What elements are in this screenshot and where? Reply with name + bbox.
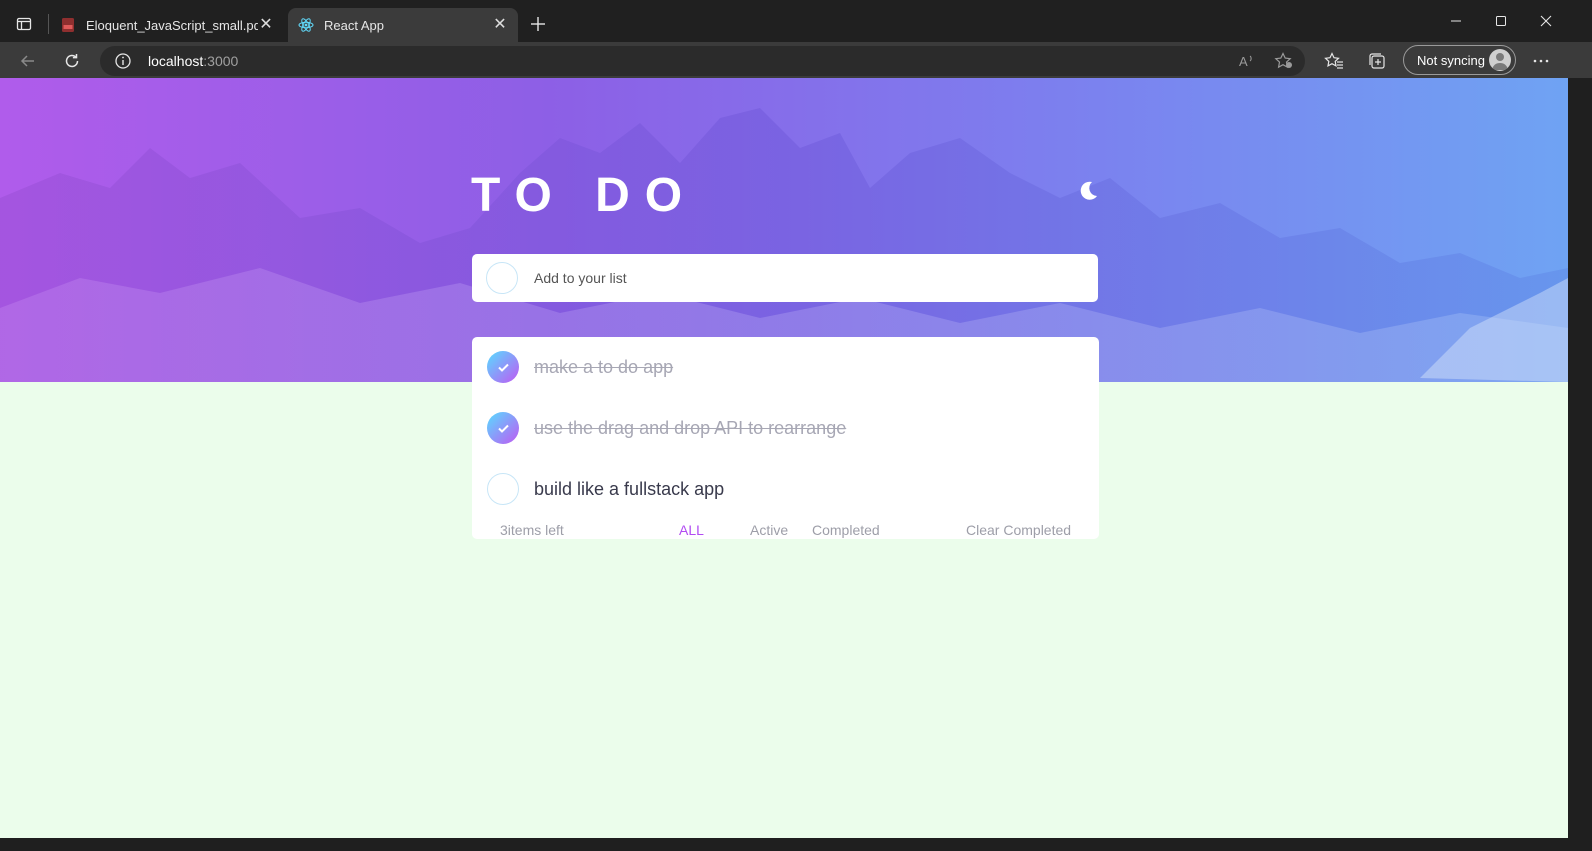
add-favorite-icon[interactable] bbox=[1272, 50, 1296, 72]
filter-active[interactable]: Active bbox=[750, 522, 788, 538]
filter-completed[interactable]: Completed bbox=[812, 522, 880, 538]
clear-completed-button[interactable]: Clear Completed bbox=[966, 522, 1071, 538]
items-left-count: 3items left bbox=[500, 522, 564, 538]
filter-all[interactable]: ALL bbox=[679, 522, 704, 538]
new-todo-check-circle[interactable] bbox=[486, 262, 518, 294]
todo-item[interactable]: make a to do app bbox=[472, 337, 1099, 398]
browser-tab-bar: Eloquent_JavaScript_small.pdf ✕ React Ap… bbox=[0, 0, 1592, 42]
moon-icon[interactable] bbox=[1076, 179, 1100, 203]
todo-list: make a to do app use the drag and drop A… bbox=[472, 337, 1099, 539]
close-icon[interactable]: ✕ bbox=[492, 17, 508, 33]
pdf-icon bbox=[60, 17, 76, 33]
favorites-icon[interactable] bbox=[1319, 46, 1349, 76]
tab-separator bbox=[48, 14, 49, 34]
svg-text:A: A bbox=[1239, 54, 1248, 69]
todo-checkbox[interactable] bbox=[487, 412, 519, 444]
url-text[interactable]: localhost:3000 bbox=[148, 53, 238, 69]
todo-text: build like a fullstack app bbox=[534, 479, 725, 499]
todo-item[interactable]: build like a fullstack app bbox=[472, 459, 1099, 520]
app-title: TO DO bbox=[471, 169, 698, 222]
tab-react-app[interactable]: React App ✕ bbox=[288, 8, 518, 42]
tab-title: Eloquent_JavaScript_small.pdf bbox=[86, 17, 258, 33]
site-info-icon[interactable] bbox=[114, 52, 132, 70]
todo-text: make a to do app bbox=[534, 357, 674, 377]
minimize-icon[interactable] bbox=[1441, 8, 1471, 34]
tab-actions-icon[interactable] bbox=[10, 10, 38, 38]
url-port: :3000 bbox=[203, 53, 239, 69]
window-right-edge bbox=[1568, 78, 1592, 851]
todo-checkbox[interactable] bbox=[487, 351, 519, 383]
check-icon bbox=[497, 424, 509, 433]
window-close-icon[interactable] bbox=[1531, 8, 1561, 34]
tab-title: React App bbox=[324, 17, 384, 33]
profile-sync-button[interactable]: Not syncing bbox=[1403, 45, 1516, 75]
refresh-icon[interactable] bbox=[57, 46, 87, 76]
collections-icon[interactable] bbox=[1362, 46, 1392, 76]
address-bar[interactable]: localhost:3000 A bbox=[100, 46, 1305, 76]
new-todo-input[interactable] bbox=[534, 268, 1074, 288]
todo-footer: 3items left ALL Active Completed Clear C… bbox=[472, 521, 1099, 539]
new-todo-bar bbox=[472, 254, 1098, 302]
window-bottom-edge bbox=[0, 838, 1592, 851]
avatar bbox=[1489, 49, 1511, 71]
sync-label: Not syncing bbox=[1417, 52, 1485, 68]
react-icon bbox=[298, 17, 314, 33]
url-host: localhost bbox=[148, 53, 204, 69]
todo-text: use the drag and drop API to rearrange bbox=[534, 418, 847, 438]
todo-item[interactable]: use the drag and drop API to rearrange bbox=[472, 398, 1099, 459]
maximize-icon[interactable] bbox=[1486, 8, 1516, 34]
back-icon[interactable] bbox=[13, 46, 43, 76]
read-aloud-icon[interactable]: A bbox=[1235, 50, 1259, 72]
tab-pdf[interactable]: Eloquent_JavaScript_small.pdf ✕ bbox=[50, 8, 284, 42]
close-icon[interactable]: ✕ bbox=[258, 17, 274, 33]
more-options-icon[interactable] bbox=[1526, 46, 1556, 76]
new-tab-icon[interactable] bbox=[526, 12, 550, 36]
browser-toolbar: localhost:3000 A Not syncing bbox=[0, 42, 1592, 78]
page-viewport: TO DO make a to do app use the drag and … bbox=[0, 78, 1568, 838]
check-icon bbox=[497, 363, 509, 372]
todo-checkbox[interactable] bbox=[487, 473, 519, 505]
